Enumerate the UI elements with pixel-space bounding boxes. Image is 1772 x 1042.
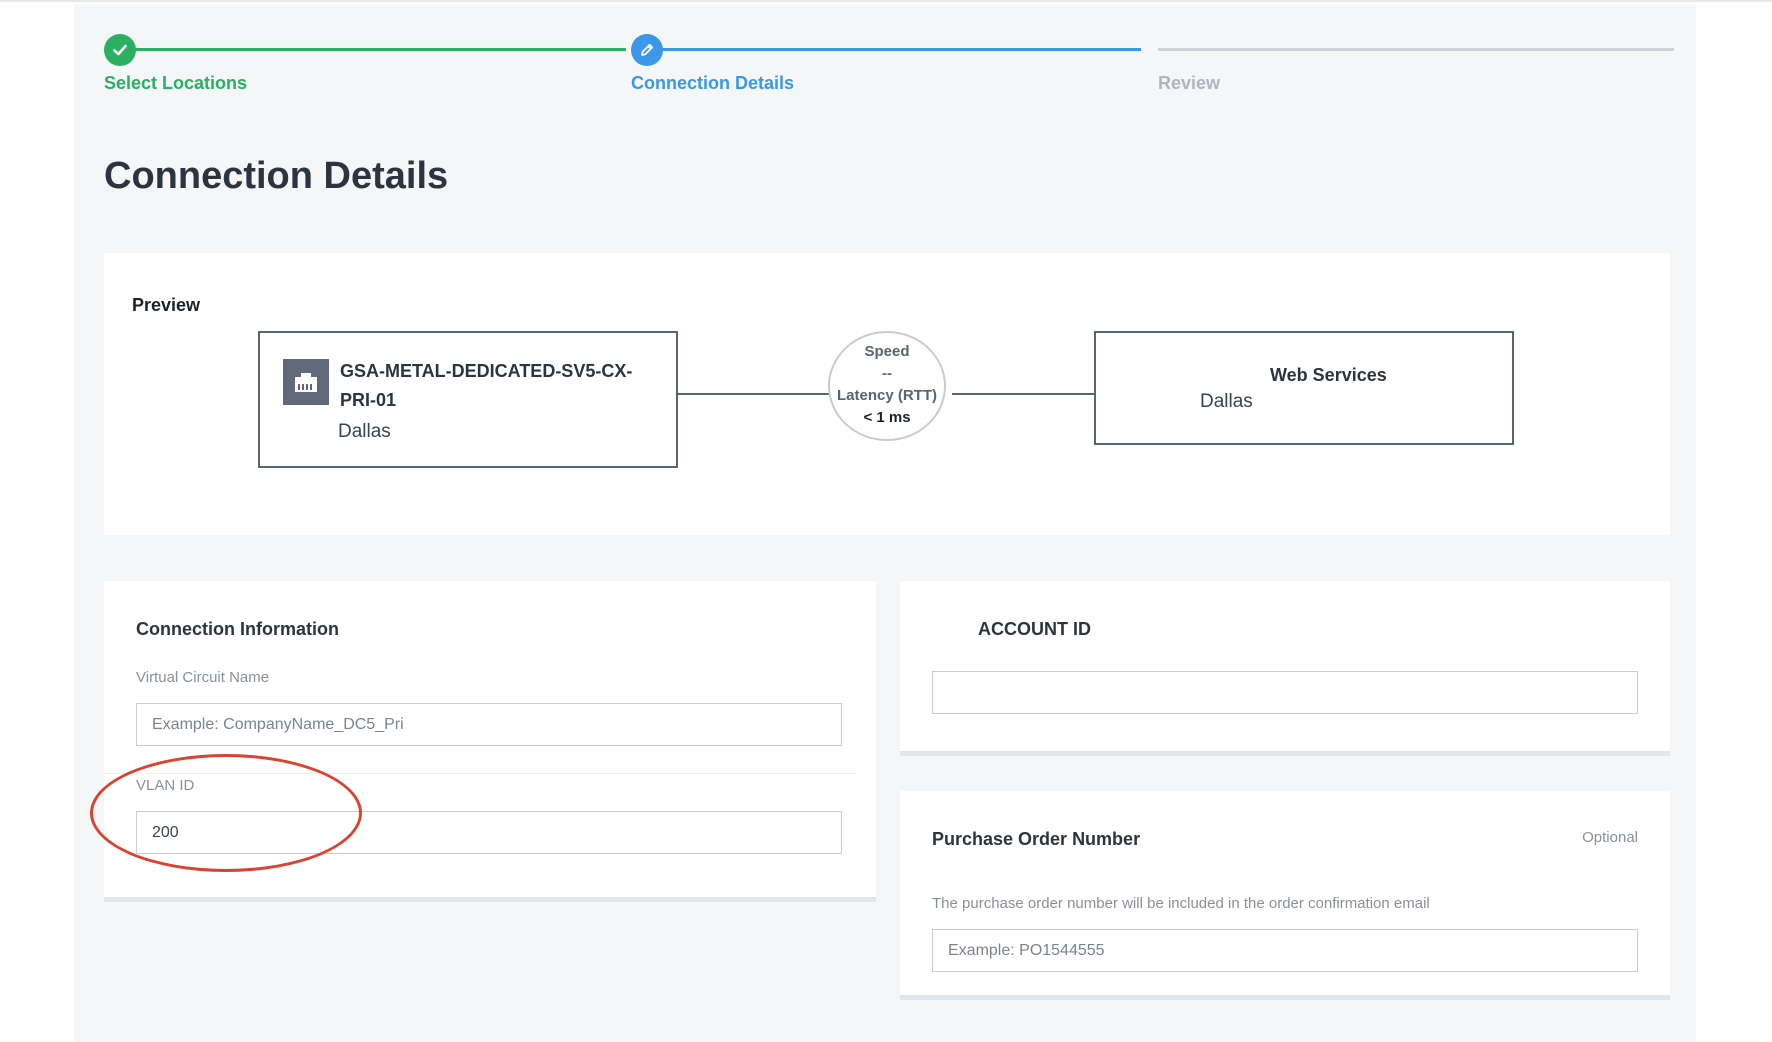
source-port-node: GSA-METAL-DEDICATED-SV5-CX-PRI-01 Dallas bbox=[258, 331, 678, 468]
source-port-name: GSA-METAL-DEDICATED-SV5-CX-PRI-01 bbox=[340, 361, 633, 410]
speed-value: -- bbox=[882, 365, 892, 382]
source-location: Dallas bbox=[338, 421, 391, 442]
step-select-locations-check-icon[interactable] bbox=[104, 34, 136, 66]
latency-label: Latency (RTT) bbox=[836, 387, 937, 404]
purchase-order-help-text: The purchase order number will be includ… bbox=[932, 895, 1430, 912]
step-connection-details-pencil-icon[interactable] bbox=[631, 34, 663, 66]
main-panel: Select Locations Connection Details Revi… bbox=[74, 5, 1696, 1042]
step-label-review: Review bbox=[1158, 73, 1221, 93]
latency-value: < 1 ms bbox=[863, 409, 911, 426]
virtual-circuit-name-input[interactable] bbox=[136, 703, 842, 746]
connection-line-left bbox=[678, 393, 830, 395]
connection-information-card: Connection Information Virtual Circuit N… bbox=[104, 581, 876, 902]
connection-line-right bbox=[952, 393, 1094, 395]
preview-card: Preview GSA-METAL-DEDICATED-SV5-CX-PRI-0… bbox=[104, 253, 1670, 535]
destination-node: Web Services Dallas bbox=[1094, 331, 1514, 445]
check-icon bbox=[113, 44, 127, 56]
pencil-icon bbox=[641, 43, 654, 56]
step-label-select-locations[interactable]: Select Locations bbox=[104, 73, 247, 94]
destination-name: Web Services bbox=[1270, 365, 1387, 385]
account-id-card: ACCOUNT ID bbox=[900, 581, 1670, 756]
step-label-connection-details[interactable]: Connection Details bbox=[631, 73, 794, 94]
preview-label: Preview bbox=[132, 295, 201, 315]
virtual-circuit-name-label: Virtual Circuit Name bbox=[136, 669, 270, 686]
field-divider bbox=[104, 773, 856, 774]
vlan-id-label: VLAN ID bbox=[136, 777, 195, 794]
ethernet-port-icon bbox=[295, 373, 317, 392]
page-title: Connection Details bbox=[104, 155, 449, 197]
purchase-order-card: Purchase Order Number Optional The purch… bbox=[900, 791, 1670, 1000]
optional-label: Optional bbox=[1582, 829, 1638, 846]
speed-latency-badge: Speed -- Latency (RTT) < 1 ms bbox=[828, 331, 946, 441]
destination-location: Dallas bbox=[1200, 391, 1253, 412]
connection-information-title: Connection Information bbox=[136, 619, 339, 639]
speed-label: Speed bbox=[864, 343, 910, 360]
vlan-id-input[interactable] bbox=[136, 811, 842, 854]
port-icon bbox=[283, 359, 329, 405]
step-track-active bbox=[649, 48, 1141, 51]
account-id-input[interactable] bbox=[932, 671, 1638, 714]
step-track-complete bbox=[134, 48, 626, 51]
purchase-order-input[interactable] bbox=[932, 929, 1638, 972]
step-track-pending bbox=[1158, 48, 1674, 51]
account-id-title: ACCOUNT ID bbox=[978, 619, 1091, 639]
purchase-order-title: Purchase Order Number bbox=[932, 829, 1141, 849]
top-border bbox=[0, 0, 1772, 2]
